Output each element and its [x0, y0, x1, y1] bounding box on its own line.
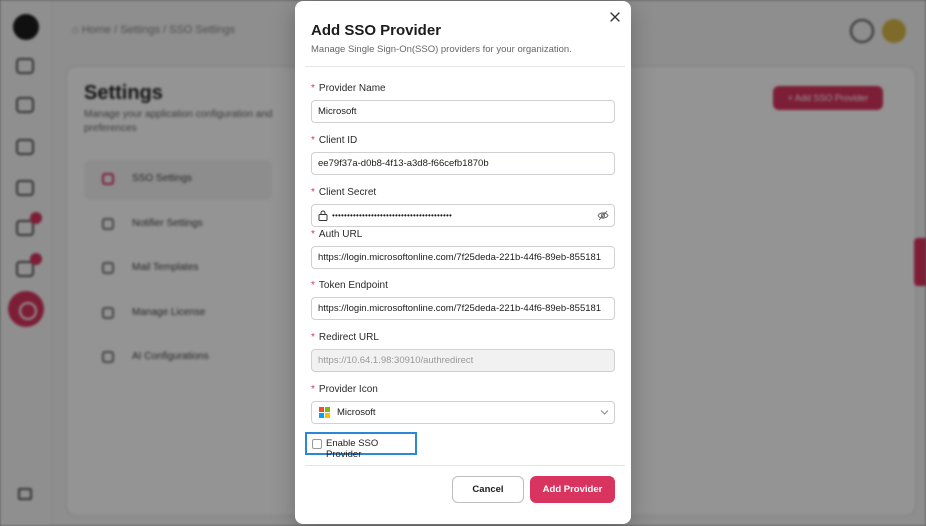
- required-mark: *: [311, 135, 315, 146]
- dialog-title: Add SSO Provider: [311, 22, 442, 39]
- eye-slash-icon[interactable]: [597, 210, 609, 221]
- required-mark: *: [311, 384, 315, 395]
- redirect-url-label: * Redirect URL: [311, 332, 379, 343]
- provider-icon-label: * Provider Icon: [311, 384, 378, 395]
- required-mark: *: [311, 280, 315, 291]
- enable-sso-checkbox[interactable]: [312, 439, 322, 449]
- cancel-button[interactable]: Cancel: [452, 476, 524, 503]
- label-text: Token Endpoint: [318, 280, 388, 291]
- label-text: Client ID: [318, 135, 358, 146]
- client-secret-label: * Client Secret: [311, 187, 376, 198]
- required-mark: *: [311, 187, 315, 198]
- add-provider-button[interactable]: Add Provider: [530, 476, 615, 503]
- required-mark: *: [311, 229, 315, 240]
- client-id-label: * Client ID: [311, 135, 357, 146]
- provider-name-label: * Provider Name: [311, 83, 386, 94]
- input-value: https://login.microsoftonline.com/7f25de…: [318, 303, 602, 314]
- close-icon[interactable]: [607, 9, 623, 25]
- label-text: Provider Icon: [318, 384, 378, 395]
- select-value: Microsoft: [337, 407, 376, 418]
- footer-divider: [305, 465, 625, 466]
- input-value: https://login.microsoftonline.com/7f25de…: [318, 252, 602, 263]
- input-value: ee79f37a-d0b8-4f13-a3d8-f66cefb1870b: [318, 158, 489, 169]
- required-mark: *: [311, 332, 315, 343]
- redirect-url-input: https://10.64.1.98:30910/authredirect: [311, 349, 615, 372]
- label-text: Client Secret: [318, 187, 377, 198]
- label-text: Auth URL: [318, 229, 363, 240]
- header-divider: [305, 66, 625, 67]
- password-mask: ••••••••••••••••••••••••••••••••••••••••: [332, 211, 453, 220]
- provider-icon-select[interactable]: Microsoft: [311, 401, 615, 424]
- required-mark: *: [311, 83, 315, 94]
- microsoft-logo-icon: [319, 407, 330, 418]
- enable-sso-provider-toggle[interactable]: Enable SSO Provider: [305, 432, 417, 460]
- auth-url-input[interactable]: https://login.microsoftonline.com/7f25de…: [311, 246, 615, 269]
- label-text: Provider Name: [318, 83, 386, 94]
- input-value: https://10.64.1.98:30910/authredirect: [318, 355, 474, 366]
- token-endpoint-label: * Token Endpoint: [311, 280, 388, 291]
- add-sso-provider-dialog: Add SSO Provider Manage Single Sign-On(S…: [295, 1, 631, 524]
- enable-sso-label[interactable]: Enable SSO Provider: [326, 438, 415, 460]
- dialog-description: Manage Single Sign-On(SSO) providers for…: [311, 44, 572, 55]
- client-id-input[interactable]: ee79f37a-d0b8-4f13-a3d8-f66cefb1870b: [311, 152, 615, 175]
- auth-url-label: * Auth URL: [311, 229, 362, 240]
- chevron-down-icon: [600, 410, 609, 415]
- client-secret-input[interactable]: ••••••••••••••••••••••••••••••••••••••••: [311, 204, 615, 227]
- input-value: Microsoft: [318, 106, 357, 117]
- label-text: Redirect URL: [318, 332, 379, 343]
- token-endpoint-input[interactable]: https://login.microsoftonline.com/7f25de…: [311, 297, 615, 320]
- provider-name-input[interactable]: Microsoft: [311, 100, 615, 123]
- lock-icon: [318, 210, 328, 221]
